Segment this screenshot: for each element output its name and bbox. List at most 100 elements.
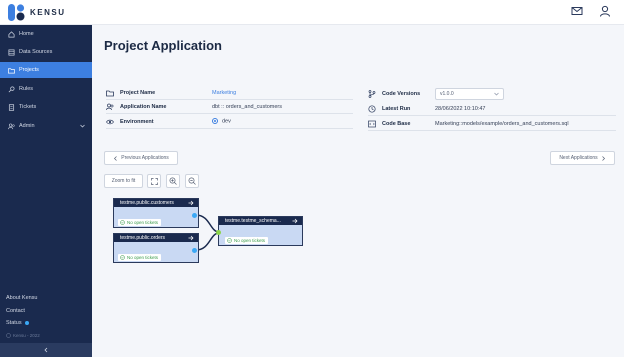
sidebar-item-home[interactable]: Home xyxy=(0,26,92,42)
latest-run-row: Latest Run 28/06/2022 10:10:47 xyxy=(368,102,616,116)
lineage-edges xyxy=(195,214,220,251)
lineage-node-orders[interactable]: testme.public.orders No open tickets xyxy=(113,233,199,263)
clock-icon xyxy=(368,104,376,113)
sidebar-item-tickets[interactable]: Tickets xyxy=(0,99,92,115)
previous-applications-button[interactable]: Previous Applications xyxy=(104,151,178,165)
node-title-text: testme.public.orders xyxy=(120,235,166,241)
copyright-text: Kensu - 2022 xyxy=(13,333,40,338)
arrow-right-icon[interactable] xyxy=(188,235,194,241)
code-base-value: Marketing::models/example/orders_and_cus… xyxy=(435,120,569,127)
application-name-row: Application Name dbt :: orders_and_custo… xyxy=(106,100,353,114)
lineage-node-customers[interactable]: testme.public.customers No open tickets xyxy=(113,198,199,228)
sidebar-item-data-sources[interactable]: Data Sources xyxy=(0,44,92,60)
brand-name: KENSU xyxy=(30,8,66,17)
contact-link[interactable]: Contact xyxy=(6,308,25,314)
sidebar-item-admin[interactable]: Admin xyxy=(0,118,92,134)
fullscreen-button[interactable] xyxy=(147,174,161,188)
lineage-edge xyxy=(195,232,220,251)
node-title-text: testme.testme_schema... xyxy=(225,218,281,224)
eye-icon xyxy=(106,119,114,124)
code-versions-label: Code Versions xyxy=(382,91,421,97)
project-name-row: Project Name Marketing xyxy=(106,86,353,100)
sidebar-item-label: Data Sources xyxy=(19,49,53,55)
next-applications-button[interactable]: Next Applications xyxy=(550,151,615,165)
ticket-icon xyxy=(8,103,15,111)
chevron-left-icon xyxy=(44,347,48,353)
zoom-to-fit-label: Zoom to fit xyxy=(111,178,136,184)
sidebar-item-label: Projects xyxy=(19,67,39,73)
chevron-down-icon xyxy=(80,124,85,128)
code-version-value: v1.0.0 xyxy=(440,91,454,97)
status-dot xyxy=(24,320,29,325)
next-applications-label: Next Applications xyxy=(559,155,598,161)
zoom-in-button[interactable] xyxy=(166,174,180,188)
check-circle-icon xyxy=(120,255,125,260)
git-branch-icon xyxy=(368,90,376,98)
latest-run-label: Latest Run xyxy=(382,105,411,112)
latest-run-value: 28/06/2022 10:10:47 xyxy=(435,105,486,112)
code-base-label: Code Base xyxy=(382,120,411,127)
copyright: Kensu - 2022 xyxy=(6,333,40,339)
copyright-icon xyxy=(6,333,11,339)
environment-radio[interactable] xyxy=(212,118,218,125)
code-icon xyxy=(368,120,376,127)
status-indicator[interactable]: Status xyxy=(6,320,29,326)
node-title: testme.testme_schema... xyxy=(219,217,302,225)
environment-value: dev xyxy=(212,118,231,125)
sidebar: Home Data Sources Projects Rules Tickets… xyxy=(0,25,92,357)
sidebar-item-label: Tickets xyxy=(19,104,37,110)
node-title-text: testme.public.customers xyxy=(120,200,174,206)
sidebar-item-label: Admin xyxy=(19,123,35,129)
lineage-edge xyxy=(195,214,220,233)
application-name-value: dbt :: orders_and_customers xyxy=(212,103,283,110)
sidebar-item-label: Rules xyxy=(19,86,34,92)
check-circle-icon xyxy=(227,238,232,243)
check-circle-icon xyxy=(120,220,125,225)
code-version-select[interactable]: v1.0.0 xyxy=(435,88,504,100)
status-badge: No open tickets xyxy=(118,219,162,226)
sidebar-item-rules[interactable]: Rules xyxy=(0,81,92,97)
status-badge-text: No open tickets xyxy=(234,238,266,243)
folder-icon xyxy=(8,67,15,73)
output-port[interactable] xyxy=(192,248,197,253)
zoom-in-icon xyxy=(169,177,177,185)
status-badge: No open tickets xyxy=(118,254,162,261)
previous-applications-label: Previous Applications xyxy=(121,155,169,161)
arrow-right-icon[interactable] xyxy=(292,218,298,224)
folder-icon xyxy=(106,90,114,96)
status-badge-text: No open tickets xyxy=(127,220,159,225)
chevron-left-icon xyxy=(114,155,117,161)
status-label: Status xyxy=(6,320,22,326)
home-icon xyxy=(8,30,15,37)
status-badge-text: No open tickets xyxy=(127,255,159,260)
kensu-logo xyxy=(8,4,25,21)
zoom-out-icon xyxy=(188,177,196,185)
application-name-label: Application Name xyxy=(120,103,167,110)
collapse-sidebar-button[interactable] xyxy=(0,343,92,357)
arrow-right-icon[interactable] xyxy=(188,200,194,206)
node-title: testme.public.orders xyxy=(114,234,198,242)
sidebar-item-projects[interactable]: Projects xyxy=(0,62,92,78)
top-bar: KENSU xyxy=(0,0,624,25)
user-icon[interactable] xyxy=(599,5,611,17)
node-title: testme.public.customers xyxy=(114,199,198,207)
admin-icon xyxy=(8,123,15,129)
zoom-to-fit-button[interactable]: Zoom to fit xyxy=(104,174,143,188)
status-badge: No open tickets xyxy=(225,237,269,244)
chevron-right-icon xyxy=(601,155,605,161)
code-base-row: Code Base Marketing::models/example/orde… xyxy=(368,117,616,131)
chevron-down-icon xyxy=(494,92,499,96)
output-port[interactable] xyxy=(192,213,197,218)
mail-icon[interactable] xyxy=(571,5,583,17)
project-name-label: Project Name xyxy=(120,89,156,96)
lineage-node-schema[interactable]: testme.testme_schema... No open tickets xyxy=(216,216,303,246)
input-port[interactable] xyxy=(216,230,221,235)
zoom-out-button[interactable] xyxy=(185,174,199,188)
environment-label: Environment xyxy=(120,118,154,125)
sidebar-item-label: Home xyxy=(19,31,34,37)
project-name-value[interactable]: Marketing xyxy=(212,90,236,96)
environment-text: dev xyxy=(222,118,231,125)
expand-icon xyxy=(150,177,158,185)
key-icon xyxy=(8,86,15,92)
about-link[interactable]: About Kensu xyxy=(6,295,38,301)
